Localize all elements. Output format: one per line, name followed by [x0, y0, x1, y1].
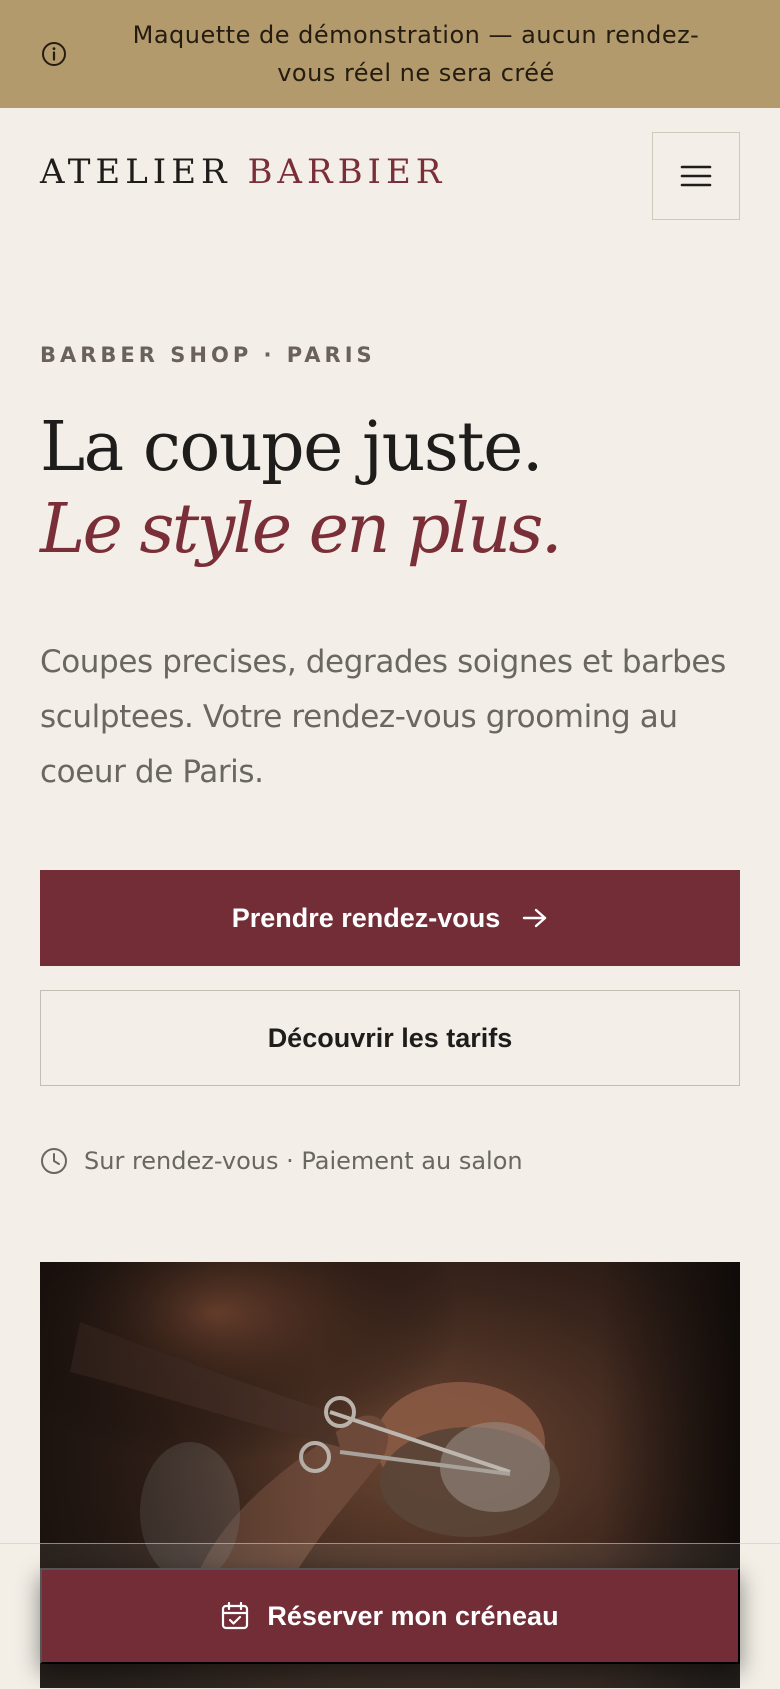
logo-word-1: ATELIER: [40, 152, 232, 192]
hero-headline-line-2: Le style en plus.: [40, 490, 563, 569]
book-appointment-label: Prendre rendez-vous: [231, 902, 501, 933]
clock-icon: [41, 1148, 67, 1174]
menu-button[interactable]: [652, 132, 740, 220]
hero-eyebrow: BARBER SHOP · PARIS: [40, 343, 376, 367]
demo-banner: Maquette de démonstration — aucun rendez…: [0, 0, 780, 108]
view-prices-label: Découvrir les tarifs: [267, 1022, 513, 1053]
book-appointment-button[interactable]: Prendre rendez-vous: [40, 870, 740, 966]
reserve-slot-button[interactable]: Réserver mon créneau: [40, 1568, 740, 1664]
view-prices-button[interactable]: Découvrir les tarifs: [40, 990, 740, 1086]
calendar-check-icon: [222, 1601, 249, 1630]
logo[interactable]: ATELIER BARBIER: [40, 152, 446, 192]
hamburger-menu-icon: [680, 165, 712, 187]
demo-banner-text: Maquette de démonstration — aucun rendez…: [132, 21, 700, 87]
arrow-right-icon: [523, 908, 547, 928]
logo-word-2: BARBIER: [247, 152, 447, 192]
site-header: ATELIER BARBIER: [0, 108, 780, 244]
info-circle-icon: [42, 42, 66, 66]
hero-description: Coupes precises, degrades soignes et bar…: [40, 644, 726, 790]
hero-headline-line-1: La coupe juste.: [40, 408, 543, 487]
reserve-slot-label: Réserver mon créneau: [267, 1600, 559, 1631]
booking-note: Sur rendez-vous · Paiement au salon: [40, 1146, 523, 1176]
booking-note-text: Sur rendez-vous · Paiement au salon: [84, 1147, 523, 1175]
